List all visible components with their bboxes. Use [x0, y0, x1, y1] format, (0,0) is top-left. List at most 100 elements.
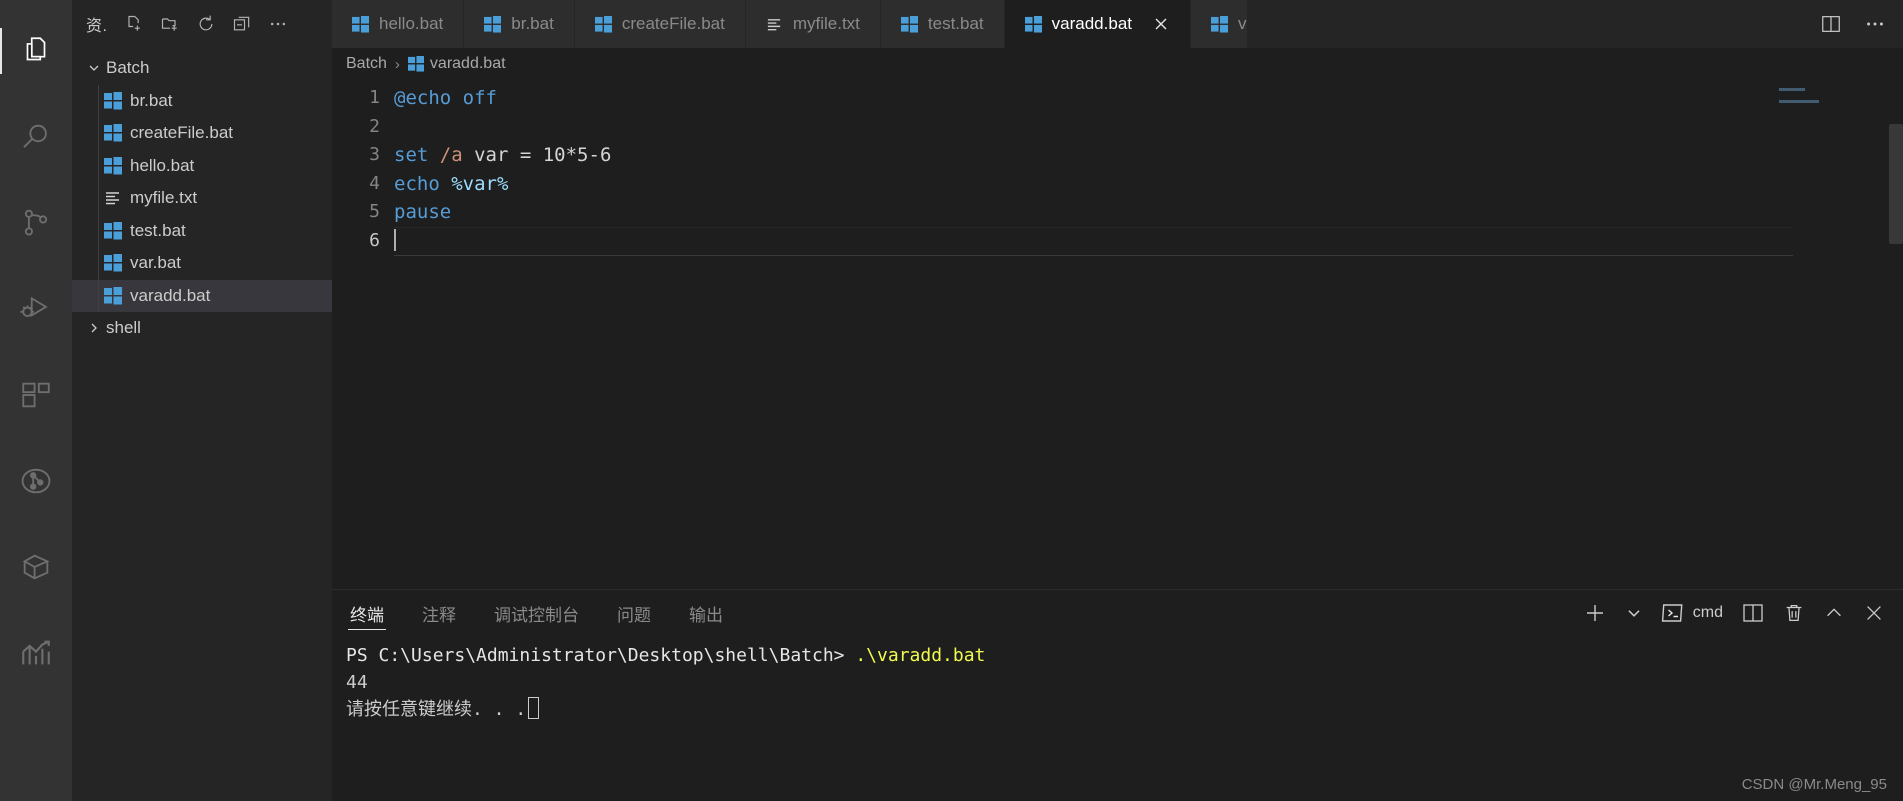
panel-tab-label: 问题	[617, 605, 651, 625]
tab-label: test.bat	[927, 14, 984, 33]
close-icon[interactable]	[1152, 15, 1170, 33]
tab-br-bat[interactable]: br.bat	[464, 0, 575, 48]
chevron-up-icon[interactable]	[1823, 601, 1845, 625]
explorer-sidebar: 资. Batch br.bat createFile.bat hello.bat…	[72, 0, 332, 801]
code-line: 1 @echo off	[332, 84, 1903, 113]
minimap[interactable]	[1779, 88, 1889, 589]
tab-test-bat[interactable]: test.bat	[880, 0, 1005, 48]
explorer-header: 资.	[72, 0, 332, 48]
close-icon[interactable]	[1863, 601, 1885, 625]
tree-file-label: hello.bat	[130, 155, 195, 175]
tab-debug-console[interactable]: 调试控制台	[492, 590, 581, 636]
breadcrumb: Batch › varadd.bat	[332, 48, 1903, 80]
tree-file-br-bat[interactable]: br.bat	[72, 84, 332, 118]
breadcrumb-file[interactable]: varadd.bat	[407, 55, 506, 73]
terminal-output-text: 请按任意键继续. . .	[346, 699, 527, 720]
sidebar-item-analytics[interactable]	[0, 610, 72, 696]
trash-icon[interactable]	[1783, 601, 1805, 625]
line-number: 1	[369, 87, 380, 108]
tab-terminal[interactable]: 终端	[348, 590, 386, 636]
code-line-current: 6	[332, 226, 1903, 256]
code-token: pause	[394, 201, 452, 224]
tree-folder-shell[interactable]: shell	[72, 312, 332, 345]
terminal-output[interactable]: PS C:\Users\Administrator\Desktop\shell\…	[332, 636, 1903, 801]
tab-output[interactable]: 输出	[687, 590, 725, 636]
new-folder-icon[interactable]	[159, 13, 181, 35]
tree-file-varadd-bat[interactable]: varadd.bat	[72, 279, 332, 312]
watermark: CSDN @Mr.Meng_95	[1741, 776, 1887, 793]
plus-icon[interactable]	[1583, 601, 1607, 625]
refresh-icon[interactable]	[195, 13, 217, 35]
explorer-title: 资.	[86, 18, 108, 35]
code-editor[interactable]: 1 @echo off 2 3 set /a var = 10*5-6 4 ec…	[332, 80, 1903, 589]
line-text: @echo off	[394, 84, 497, 113]
tab-label: myfile.txt	[792, 14, 860, 33]
tree-file-test-bat[interactable]: test.bat	[72, 214, 332, 248]
tree-file-label: var.bat	[130, 253, 182, 273]
breadcrumb-folder[interactable]: Batch	[346, 55, 387, 73]
sidebar-item-run-and-debug[interactable]	[0, 266, 72, 352]
code-token: /a	[439, 144, 463, 167]
panel-tabs: 终端 注释 调试控制台 问题 输出	[348, 590, 725, 636]
tab-label: varadd.bat	[1051, 14, 1132, 33]
terminal-command: .\varadd.bat	[855, 645, 986, 666]
tab-myfile-txt[interactable]: myfile.txt	[745, 0, 881, 48]
breadcrumb-folder-label: Batch	[346, 55, 387, 72]
files-icon	[19, 34, 53, 68]
terminal-cursor	[528, 697, 540, 719]
sidebar-item-remote-explorer[interactable]	[0, 524, 72, 610]
code-content: 1 @echo off 2 3 set /a var = 10*5-6 4 ec…	[332, 80, 1903, 256]
windows-bat-icon	[407, 56, 424, 72]
chevron-right-icon	[84, 320, 104, 336]
panel-tab-label: 调试控制台	[494, 605, 579, 625]
editor-scrollbar[interactable]	[1889, 124, 1903, 244]
explorer-actions	[123, 13, 289, 35]
code-token: var = 10*5-6	[462, 144, 612, 167]
tab-comments[interactable]: 注释	[420, 590, 458, 636]
tree-file-label: varadd.bat	[130, 285, 211, 305]
search-icon	[19, 120, 53, 154]
split-editor-icon[interactable]	[1819, 12, 1843, 36]
tree-file-myfile-txt[interactable]: myfile.txt	[72, 182, 332, 215]
split-editor-icon[interactable]	[1741, 601, 1765, 625]
chevron-down-icon	[84, 60, 104, 76]
sidebar-item-search[interactable]	[0, 94, 72, 180]
tree-folder-batch[interactable]: Batch	[72, 52, 332, 85]
ellipsis-icon[interactable]	[1863, 12, 1887, 36]
chevron-down-icon[interactable]	[1625, 601, 1643, 625]
tab-label: createFile.bat	[621, 14, 725, 33]
new-file-icon[interactable]	[123, 13, 145, 35]
collapse-all-icon[interactable]	[231, 13, 253, 35]
tab-label: hello.bat	[379, 14, 444, 33]
tab-createfile-bat[interactable]: createFile.bat	[574, 0, 746, 48]
tree-file-hello-bat[interactable]: hello.bat	[72, 149, 332, 183]
chevron-right-icon: ›	[394, 55, 400, 73]
tree-file-var-bat[interactable]: var.bat	[72, 247, 332, 280]
panel-header: 终端 注释 调试控制台 问题 输出 cmd	[332, 590, 1903, 636]
tab-overflow-next[interactable]: v	[1191, 0, 1248, 48]
ellipsis-icon[interactable]	[267, 13, 289, 35]
code-token: @echo off	[394, 87, 497, 109]
current-line-highlight	[394, 226, 1793, 256]
text-file-icon	[766, 16, 783, 33]
tab-problems[interactable]: 问题	[615, 590, 653, 636]
sidebar-item-explorer[interactable]	[0, 8, 72, 94]
windows-bat-icon	[1024, 15, 1042, 33]
line-number: 4	[369, 172, 380, 194]
tree-file-label: createFile.bat	[130, 123, 233, 143]
panel-tab-label: 终端	[350, 605, 384, 625]
tab-hello-bat[interactable]: hello.bat	[332, 0, 465, 48]
sidebar-item-extensions[interactable]	[0, 352, 72, 438]
editor-tab-bar: hello.bat br.bat createFile.bat myfile.t…	[332, 0, 1903, 48]
tab-label: v	[1238, 14, 1247, 33]
tab-varadd-bat[interactable]: varadd.bat	[1004, 0, 1191, 48]
line-number: 5	[369, 201, 380, 223]
terminal-shell-indicator[interactable]: cmd	[1661, 601, 1723, 625]
sidebar-item-source-control[interactable]	[0, 180, 72, 266]
tree-file-createfile-bat[interactable]: createFile.bat	[72, 117, 332, 150]
sidebar-item-git-graph[interactable]	[0, 438, 72, 524]
chart-icon	[19, 636, 53, 670]
windows-bat-icon	[484, 15, 502, 33]
line-text: echo %var%	[394, 170, 508, 199]
